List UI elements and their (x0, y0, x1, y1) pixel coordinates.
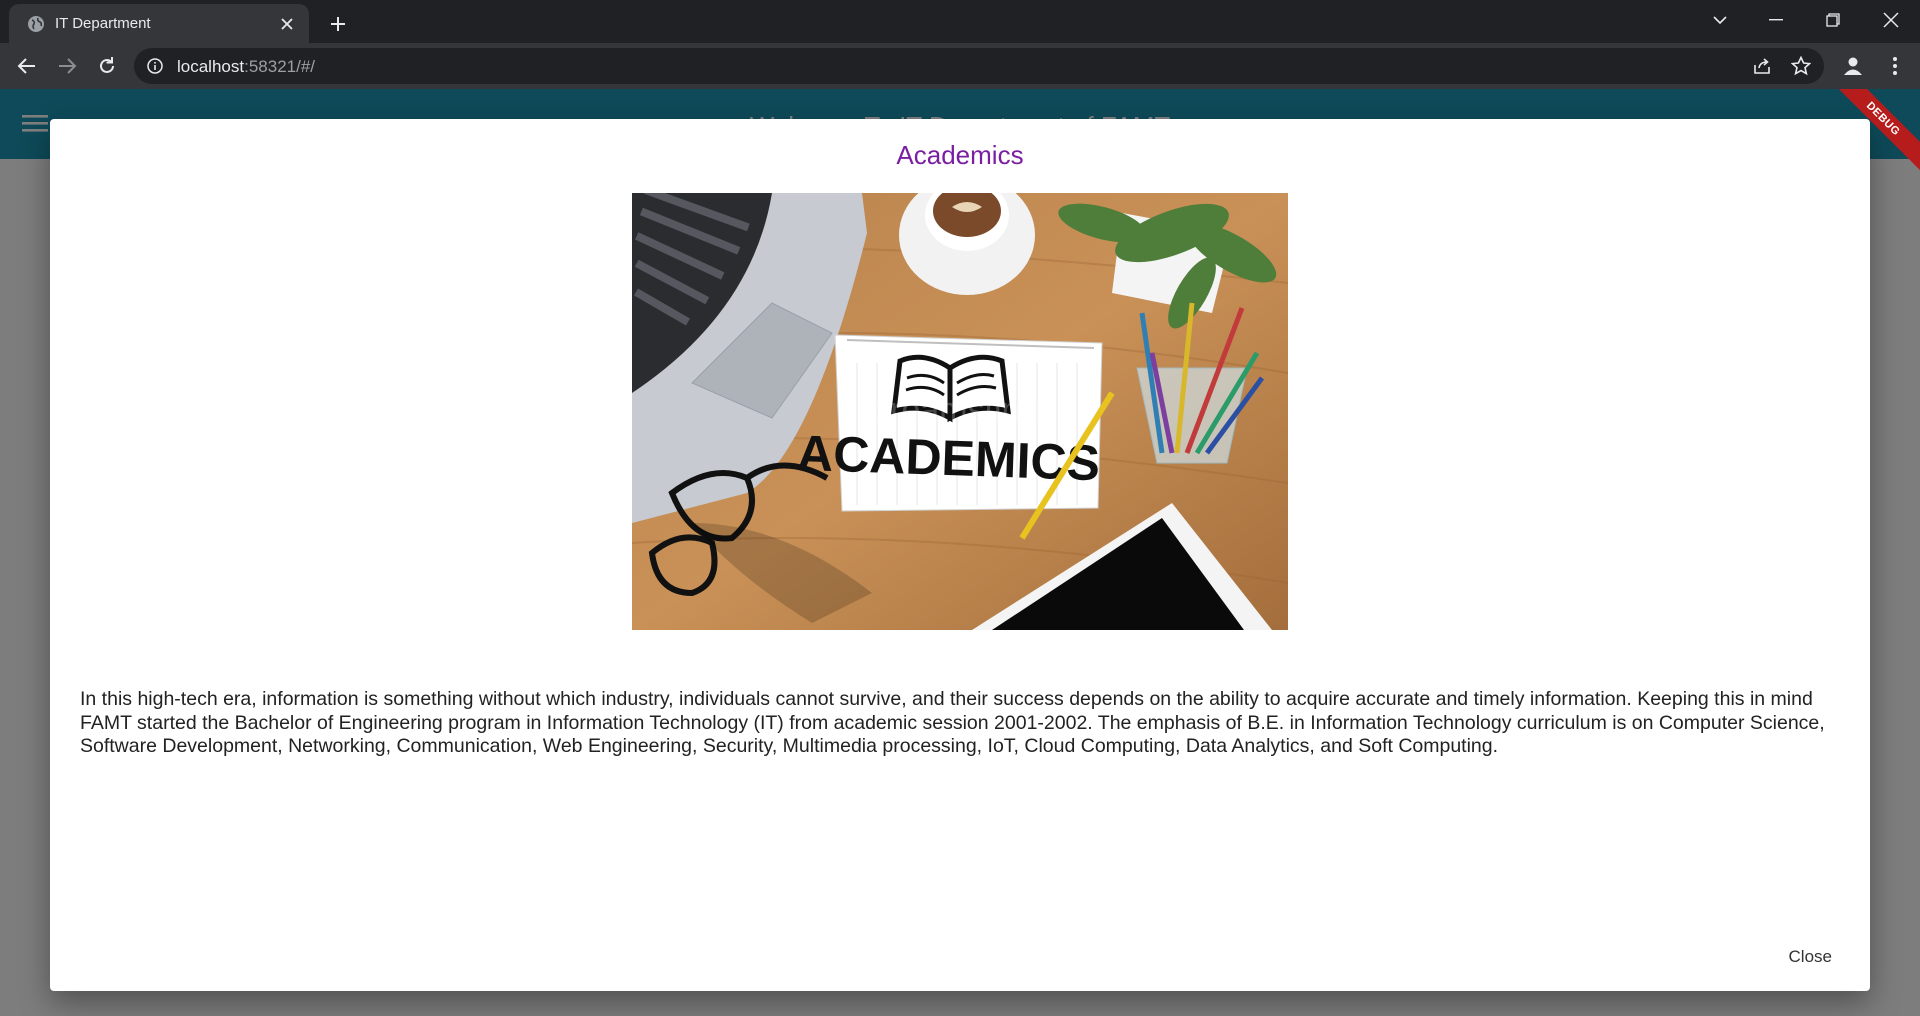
profile-avatar-icon[interactable] (1838, 51, 1868, 81)
academics-dialog: Academics ACADEMICS dreamstime In this h… (50, 119, 1870, 991)
tab-title: IT Department (55, 15, 151, 32)
globe-icon (26, 14, 46, 34)
dialog-title: Academics (896, 140, 1024, 170)
minimize-icon[interactable] (1748, 0, 1804, 40)
svg-text:dreamstime: dreamstime (871, 391, 1049, 429)
close-tab-icon[interactable] (275, 12, 299, 36)
new-tab-button[interactable] (322, 8, 354, 40)
academics-image: ACADEMICS dreamstime (632, 193, 1288, 630)
bookmark-star-icon[interactable] (1790, 55, 1812, 77)
close-button[interactable]: Close (1752, 939, 1832, 975)
dialog-body-text: In this high-tech era, information is so… (80, 688, 1825, 757)
back-icon[interactable] (9, 48, 45, 84)
url-text: localhost:58321/#/ (177, 57, 316, 76)
more-menu-icon[interactable] (1880, 51, 1910, 81)
forward-icon[interactable] (49, 48, 85, 84)
share-icon[interactable] (1751, 55, 1773, 77)
close-window-icon[interactable] (1863, 0, 1919, 40)
browser-tab-strip: IT Department (0, 0, 1920, 43)
address-bar[interactable]: localhost:58321/#/ (134, 48, 1824, 84)
restore-icon[interactable] (1805, 0, 1861, 40)
site-info-icon[interactable] (146, 57, 164, 75)
tab-search-icon[interactable] (1692, 0, 1748, 40)
reload-icon[interactable] (89, 48, 125, 84)
app-viewport: Welcome To IT Department of FAMT DEBUG A… (0, 89, 1920, 1016)
browser-tab[interactable]: IT Department (9, 4, 309, 43)
browser-toolbar: localhost:58321/#/ (0, 43, 1920, 89)
